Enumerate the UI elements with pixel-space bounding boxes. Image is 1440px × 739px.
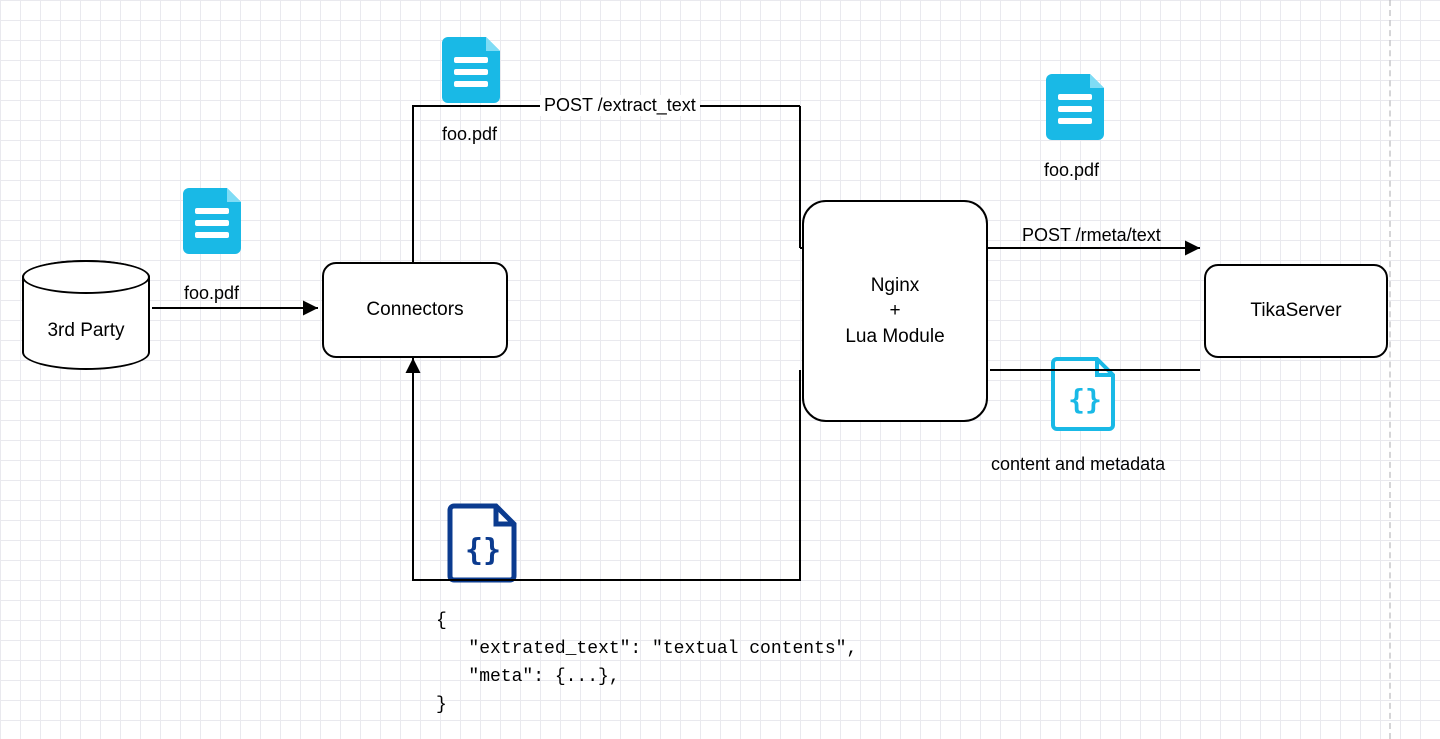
node-nginx-label: Nginx + Lua Module [845,273,944,350]
node-connectors[interactable]: Connectors [322,262,508,358]
file-icon-foo-2 [440,33,508,105]
file-icon-foo-3 [1044,70,1112,142]
file-icon-foo-1 [181,184,249,256]
file-label-foo-2: foo.pdf [442,124,497,145]
node-third-party[interactable]: 3rd Party [22,260,150,370]
edge-label-post-extract: POST /extract_text [540,95,700,116]
svg-text:{}: {} [465,533,501,568]
node-connectors-label: Connectors [366,297,463,323]
json-code-block: { "extrated_text": "textual contents", "… [436,608,857,720]
node-nginx[interactable]: Nginx + Lua Module [802,200,988,422]
file-label-foo-3: foo.pdf [1044,160,1099,181]
svg-text:{}: {} [1068,383,1102,416]
file-label-content-meta: content and metadata [991,454,1165,475]
diagram-layer: 3rd Party Connectors Nginx + Lua Module … [0,0,1440,739]
node-tikaserver[interactable]: TikaServer [1204,264,1388,358]
file-label-foo-1: foo.pdf [184,283,239,304]
edge-label-post-rmeta: POST /rmeta/text [1022,225,1161,246]
node-third-party-label: 3rd Party [47,320,124,342]
node-tikaserver-label: TikaServer [1250,298,1341,324]
file-icon-json-cyan: {} [1051,355,1119,433]
file-icon-json-navy: {} [446,502,520,584]
